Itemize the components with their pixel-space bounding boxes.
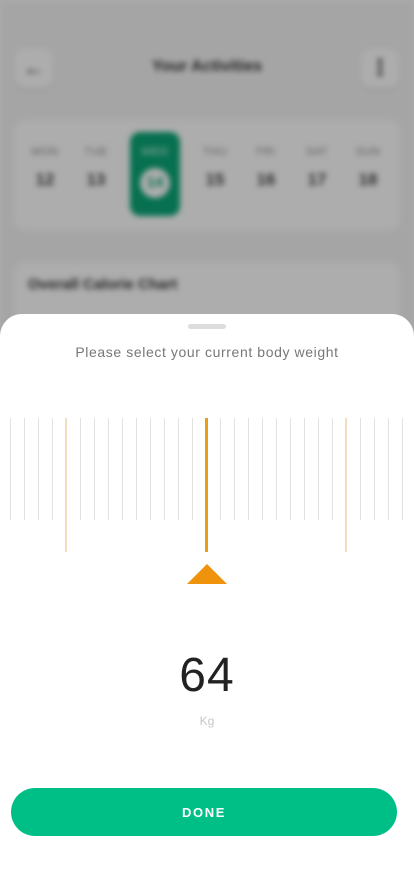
- triangle-up-icon: [187, 564, 227, 584]
- ruler-minor-tick: [248, 418, 249, 520]
- ruler-minor-tick: [178, 418, 179, 520]
- ruler-minor-tick: [108, 418, 109, 520]
- ruler-minor-tick: [388, 418, 389, 520]
- ruler-minor-tick: [234, 418, 235, 520]
- ruler-minor-tick: [122, 418, 123, 520]
- ruler-minor-tick: [318, 418, 319, 520]
- ruler-minor-tick: [136, 418, 137, 520]
- ruler-minor-tick: [192, 418, 193, 520]
- ruler-minor-tick: [276, 418, 277, 520]
- ruler-minor-tick: [10, 418, 11, 520]
- ruler-minor-tick: [80, 418, 81, 520]
- ruler-minor-tick: [150, 418, 151, 520]
- ruler-minor-tick: [332, 418, 333, 520]
- ruler-major-tick: [345, 418, 347, 552]
- weight-prompt: Please select your current body weight: [75, 344, 339, 360]
- ruler-minor-tick: [360, 418, 361, 520]
- ruler-center-tick: [204, 418, 208, 552]
- ruler-minor-tick: [402, 418, 403, 520]
- ruler-minor-tick: [94, 418, 95, 520]
- ruler-minor-tick: [304, 418, 305, 520]
- ruler-minor-tick: [38, 418, 39, 520]
- ruler-minor-tick: [262, 418, 263, 520]
- ruler-major-tick: [65, 418, 67, 552]
- weight-value: 64: [179, 649, 235, 702]
- weight-ruler[interactable]: [0, 418, 414, 558]
- ruler-minor-tick: [52, 418, 53, 520]
- ruler-minor-tick: [220, 418, 221, 520]
- ruler-minor-tick: [374, 418, 375, 520]
- ruler-minor-tick: [24, 418, 25, 520]
- ruler-minor-tick: [164, 418, 165, 520]
- done-button[interactable]: DONE: [11, 788, 397, 836]
- weight-unit: Kg: [199, 714, 215, 728]
- weight-picker-sheet: Please select your current body weight 6…: [0, 314, 414, 896]
- sheet-drag-handle[interactable]: [188, 324, 226, 329]
- ruler-minor-tick: [290, 418, 291, 520]
